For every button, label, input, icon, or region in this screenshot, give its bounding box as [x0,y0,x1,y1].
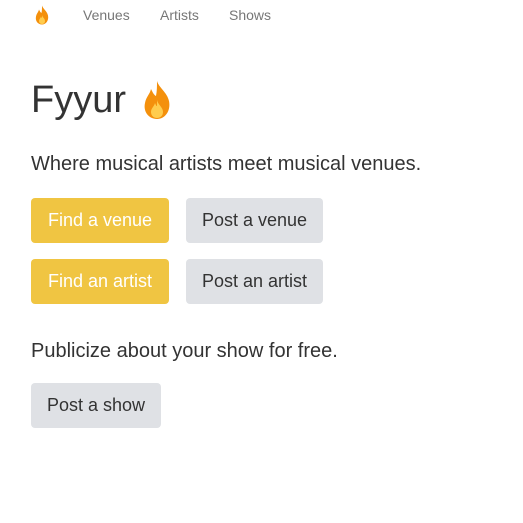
publicize-text: Publicize about your show for free. [31,340,338,362]
top-navbar: Venues Artists Shows [0,0,523,30]
post-artist-button[interactable]: Post an artist [186,259,323,304]
nav-link-shows[interactable]: Shows [229,7,271,23]
flame-icon [35,5,49,25]
tagline: Where musical artists meet musical venue… [31,153,422,175]
nav-link-venues[interactable]: Venues [83,7,130,23]
page-title: Fyyur [31,79,126,121]
brand-flame-icon[interactable] [32,5,52,25]
find-artist-button[interactable]: Find an artist [31,259,169,304]
post-show-button[interactable]: Post a show [31,383,161,428]
flame-icon [144,81,170,119]
nav-link-artists[interactable]: Artists [160,7,199,23]
post-venue-button[interactable]: Post a venue [186,198,323,243]
hero-title-row: Fyyur [31,77,176,123]
title-flame-icon [140,80,176,120]
find-venue-button[interactable]: Find a venue [31,198,169,243]
